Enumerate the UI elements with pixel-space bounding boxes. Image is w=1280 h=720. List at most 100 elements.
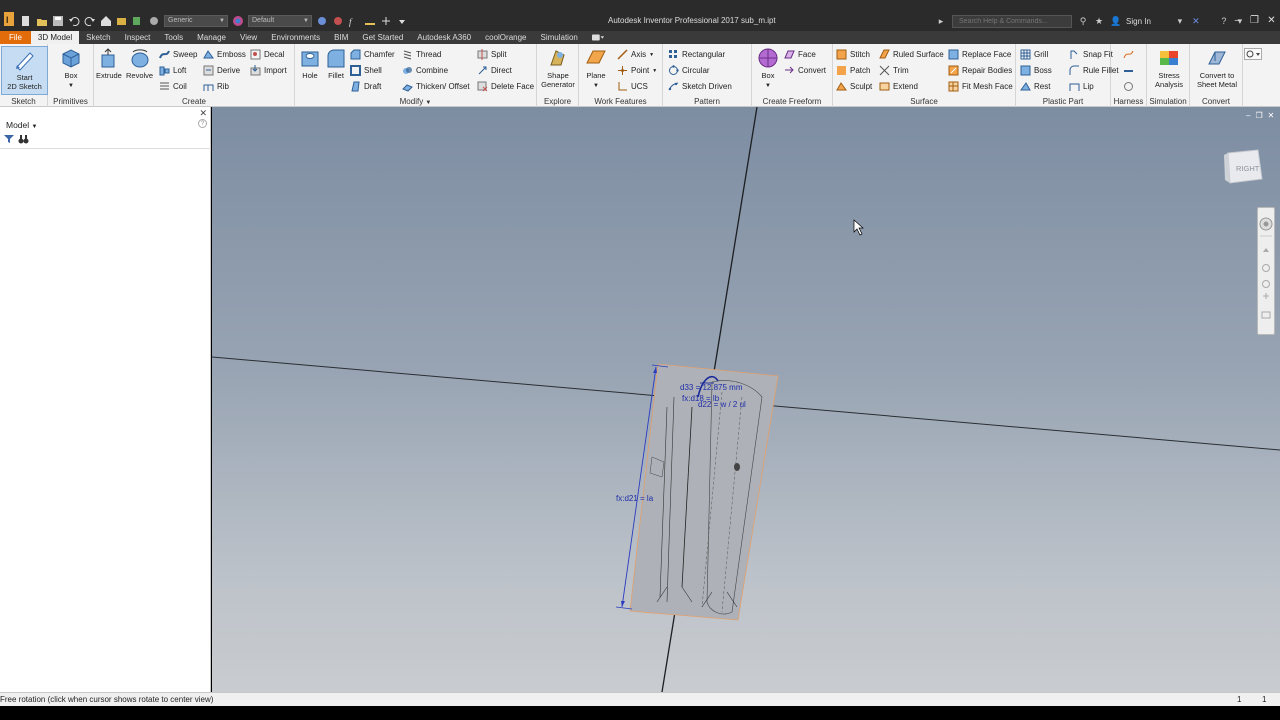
face-button[interactable]: Face: [784, 48, 816, 61]
draft-button[interactable]: Draft: [350, 80, 381, 93]
decal-button[interactable]: Decal: [250, 48, 284, 61]
minimize-icon[interactable]: –: [1246, 111, 1250, 120]
update-icon[interactable]: [116, 15, 128, 27]
axis-button[interactable]: Axis ▼: [617, 48, 654, 61]
replace-face-button[interactable]: Replace Face: [948, 48, 1011, 61]
restore-icon[interactable]: ❐: [1246, 13, 1263, 29]
redo-icon[interactable]: [84, 15, 96, 27]
emboss-button[interactable]: Emboss: [203, 48, 246, 61]
tab-autodesk-a360[interactable]: Autodesk A360: [410, 31, 478, 44]
help-icon[interactable]: ?: [1219, 16, 1229, 26]
plane-button[interactable]: Plane ▼: [585, 47, 607, 91]
tab-simulation[interactable]: Simulation: [533, 31, 584, 44]
thread-button[interactable]: Thread: [402, 48, 441, 61]
material-select[interactable]: Generic ▼: [164, 15, 228, 27]
shape-generator-button[interactable]: Shape Generator: [539, 47, 577, 89]
sweep-button[interactable]: Sweep: [159, 48, 197, 61]
tab-panel-toggle[interactable]: [585, 31, 611, 44]
viewcube[interactable]: RIGHT: [1222, 147, 1264, 185]
harness-cable-button[interactable]: [1123, 80, 1134, 93]
convert-freeform-button[interactable]: Convert: [784, 64, 826, 77]
undo-icon[interactable]: [68, 15, 80, 27]
ucs-button[interactable]: UCS: [617, 80, 648, 93]
sculpt-button[interactable]: Sculpt: [836, 80, 872, 93]
tab-sketch[interactable]: Sketch: [79, 31, 117, 44]
chamfer-button[interactable]: Chamfer: [350, 48, 395, 61]
ribbon-options-button[interactable]: [1244, 48, 1262, 60]
open-icon[interactable]: [36, 15, 48, 27]
clear-appearance-icon[interactable]: [332, 15, 344, 27]
derive-button[interactable]: Derive: [203, 64, 240, 77]
harness-segment-button[interactable]: [1123, 64, 1134, 77]
home-icon[interactable]: [100, 15, 112, 27]
direct-button[interactable]: Direct: [477, 64, 512, 77]
pan-icon[interactable]: [1263, 248, 1269, 252]
circular-pattern-button[interactable]: Circular: [668, 64, 710, 77]
tab-tools[interactable]: Tools: [157, 31, 190, 44]
shell-button[interactable]: Shell: [350, 64, 382, 77]
trim-button[interactable]: Trim: [879, 64, 909, 77]
point-button[interactable]: Point ▼: [617, 64, 657, 77]
rectangular-pattern-button[interactable]: Rectangular: [668, 48, 725, 61]
scene-canvas[interactable]: d33 = 12.875 mm fx:d18 = lb d22 = w / 2 …: [212, 107, 1280, 692]
measure-icon[interactable]: [364, 15, 376, 27]
split-button[interactable]: Split: [477, 48, 507, 61]
import-button[interactable]: Import: [250, 64, 287, 77]
repair-bodies-button[interactable]: Repair Bodies: [948, 64, 1012, 77]
help-icon[interactable]: ?: [198, 119, 207, 128]
binoculars-icon[interactable]: ⚲: [1078, 16, 1088, 26]
fx-parameters-icon[interactable]: f: [348, 15, 360, 27]
rib-button[interactable]: Rib: [203, 80, 229, 93]
ruled-surface-button[interactable]: Ruled Surface: [879, 48, 944, 61]
dim-d22-text[interactable]: d22 = w / 2 ul: [698, 400, 746, 409]
tab-manage[interactable]: Manage: [190, 31, 233, 44]
browser-title-dropdown[interactable]: Model ▼: [6, 120, 37, 130]
sign-in-link[interactable]: Sign In: [1126, 17, 1151, 26]
save-icon[interactable]: [52, 15, 64, 27]
close-icon[interactable]: ✕: [199, 108, 207, 119]
tab-get-started[interactable]: Get Started: [355, 31, 410, 44]
close-icon[interactable]: ✕: [1268, 111, 1275, 120]
dim-d33-text[interactable]: d33 = 12.875 mm: [680, 383, 743, 392]
tab-environments[interactable]: Environments: [264, 31, 327, 44]
fit-mesh-face-button[interactable]: Fit Mesh Face: [948, 80, 1013, 93]
filter-icon[interactable]: [4, 134, 14, 144]
combine-button[interactable]: Combine: [402, 64, 448, 77]
delete-face-button[interactable]: Delete Face: [477, 80, 534, 93]
inventor-logo-icon[interactable]: I: [3, 12, 15, 26]
chevron-down-icon[interactable]: ▾: [1175, 16, 1185, 26]
customize-icon[interactable]: [396, 15, 408, 27]
box-button[interactable]: Box ▼: [60, 47, 82, 91]
start-2d-sketch-button[interactable]: Start 2D Sketch: [1, 46, 48, 95]
restore-icon[interactable]: ❐: [1255, 111, 1262, 120]
extrude-button[interactable]: Extrude: [96, 47, 122, 80]
thicken-offset-button[interactable]: Thicken/ Offset: [402, 80, 470, 93]
snap-fit-button[interactable]: Snap Fit: [1069, 48, 1113, 61]
exchange-apps-icon[interactable]: ✕: [1191, 16, 1201, 26]
look-at-icon[interactable]: [1263, 293, 1269, 299]
appearance-icon[interactable]: [232, 15, 244, 27]
chevron-right-icon[interactable]: ▸: [936, 16, 946, 26]
rest-button[interactable]: Rest: [1020, 80, 1050, 93]
stitch-button[interactable]: Stitch: [836, 48, 870, 61]
loft-button[interactable]: Loft: [159, 64, 186, 77]
dim-d21-text[interactable]: fx:d21 = la: [616, 494, 654, 503]
grill-button[interactable]: Grill: [1020, 48, 1048, 61]
extend-button[interactable]: Extend: [879, 80, 918, 93]
tab-3d-model[interactable]: 3D Model: [30, 31, 80, 44]
tab-bim[interactable]: BIM: [327, 31, 355, 44]
select-icon[interactable]: [132, 15, 144, 27]
settings-icon[interactable]: [148, 15, 160, 27]
revolve-button[interactable]: Revolve: [126, 47, 153, 80]
star-icon[interactable]: ★: [1094, 16, 1104, 26]
tab-view[interactable]: View: [233, 31, 264, 44]
fillet-button[interactable]: Fillet: [325, 47, 347, 80]
zoom-window-icon[interactable]: [1261, 311, 1271, 319]
lip-button[interactable]: Lip: [1069, 80, 1094, 93]
boss-button[interactable]: Boss: [1020, 64, 1052, 77]
panel-label-modify[interactable]: Modify ▼: [295, 97, 536, 106]
graphics-viewport[interactable]: d33 = 12.875 mm fx:d18 = lb d22 = w / 2 …: [212, 107, 1280, 692]
convert-sheet-metal-button[interactable]: Convert to Sheet Metal: [1194, 47, 1240, 89]
appearance-select[interactable]: Default ▼: [248, 15, 312, 27]
close-icon[interactable]: ✕: [1263, 13, 1280, 29]
